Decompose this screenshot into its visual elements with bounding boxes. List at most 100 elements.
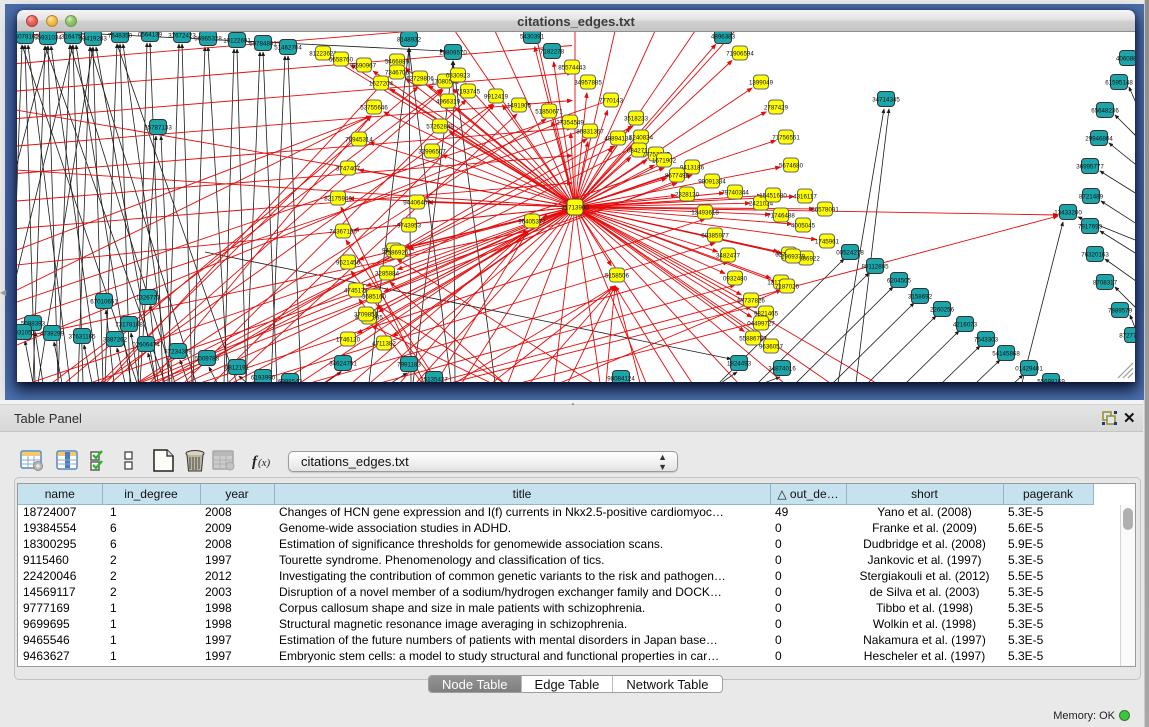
svg-text:1824493: 1824493: [727, 360, 752, 367]
svg-text:7182278: 7182278: [540, 48, 565, 55]
svg-text:34624751: 34624751: [329, 360, 357, 367]
svg-text:4005045: 4005045: [791, 222, 816, 229]
svg-text:3285884: 3285884: [375, 270, 400, 277]
svg-text:28809570: 28809570: [439, 49, 467, 56]
svg-text:7648350: 7648350: [108, 32, 133, 39]
svg-text:4966319: 4966319: [436, 98, 461, 105]
svg-text:00524278: 00524278: [836, 249, 864, 256]
svg-text:3482477: 3482477: [716, 252, 741, 259]
svg-text:1491905: 1491905: [507, 102, 532, 109]
svg-text:3747407: 3747407: [336, 165, 361, 172]
svg-text:73178108: 73178108: [115, 321, 143, 328]
svg-text:98084124: 98084124: [607, 375, 635, 382]
svg-text:55886753: 55886753: [739, 335, 767, 342]
svg-text:1746120: 1746120: [336, 336, 361, 343]
svg-text:6658760: 6658760: [329, 56, 354, 63]
svg-text:4060883: 4060883: [1116, 55, 1135, 62]
svg-text:8708317: 8708317: [1093, 279, 1118, 286]
svg-text:1031051: 1031051: [17, 329, 36, 336]
svg-text:80831367: 80831367: [576, 128, 604, 135]
svg-text:7889579: 7889579: [1108, 307, 1133, 314]
svg-text:0330923: 0330923: [446, 72, 471, 79]
svg-text:10122691: 10122691: [223, 37, 251, 44]
svg-text:9912419: 9912419: [484, 93, 509, 100]
svg-text:94406409: 94406409: [403, 199, 431, 206]
svg-text:04499727: 04499727: [747, 320, 775, 327]
svg-text:37631165: 37631165: [68, 333, 96, 340]
svg-text:7770143: 7770143: [599, 97, 624, 104]
svg-text:65787133: 65787133: [144, 124, 172, 131]
svg-text:67737826: 67737826: [737, 297, 765, 304]
svg-text:(x): (x): [258, 457, 271, 469]
svg-text:37996507: 37996507: [418, 148, 446, 155]
svg-text:80112805: 80112805: [861, 263, 889, 270]
svg-text:2787429: 2787429: [764, 104, 789, 111]
svg-text:1969379: 1969379: [781, 253, 806, 260]
svg-text:5430391: 5430391: [520, 33, 545, 40]
svg-text:6204505: 6204505: [887, 277, 912, 284]
svg-text:76945314: 76945314: [345, 136, 373, 143]
svg-text:1627204: 1627204: [369, 80, 394, 87]
svg-text:53419283: 53419283: [79, 35, 107, 42]
svg-text:71746488: 71746488: [767, 212, 795, 219]
svg-text:5009788: 5009788: [195, 355, 220, 362]
svg-text:29946804: 29946804: [1085, 135, 1113, 142]
svg-text:79740344: 79740344: [721, 189, 749, 196]
svg-text:02606474: 02606474: [132, 341, 160, 348]
svg-text:7543303: 7543303: [974, 336, 999, 343]
svg-text:75869261: 75869261: [384, 249, 412, 256]
svg-text:74367136: 74367136: [329, 228, 357, 235]
svg-text:61595148: 61595148: [1105, 79, 1133, 86]
svg-text:71756551: 71756551: [772, 134, 800, 141]
svg-text:85574443: 85574443: [558, 64, 586, 71]
svg-text:7917693: 7917693: [1078, 223, 1103, 230]
svg-text:6690967: 6690967: [352, 62, 377, 69]
svg-text:7991183: 7991183: [397, 361, 421, 368]
svg-text:3685160: 3685160: [362, 293, 387, 300]
svg-text:3518233: 3518233: [624, 115, 649, 122]
svg-text:55698169: 55698169: [1037, 378, 1065, 382]
svg-text:34957885: 34957885: [574, 79, 602, 86]
svg-text:4738299: 4738299: [40, 330, 65, 337]
svg-text:5240824: 5240824: [629, 134, 654, 141]
svg-text:1326773: 1326773: [136, 294, 161, 301]
svg-text:87277434: 87277434: [1119, 332, 1135, 339]
svg-text:96965328: 96965328: [194, 35, 222, 42]
svg-text:0932480: 0932480: [723, 275, 748, 282]
svg-text:5158506: 5158506: [605, 272, 630, 279]
svg-text:71906594: 71906594: [726, 50, 754, 57]
svg-text:1671902: 1671902: [652, 157, 677, 164]
svg-text:0564139: 0564139: [138, 32, 163, 38]
svg-text:0812191: 0812191: [225, 364, 250, 371]
svg-text:65648236: 65648236: [1091, 107, 1119, 114]
svg-text:7193745: 7193745: [456, 88, 481, 95]
svg-text:1745961: 1745961: [815, 238, 840, 245]
svg-text:5466889: 5466889: [385, 58, 410, 65]
svg-text:57262849: 57262849: [426, 123, 454, 130]
svg-text:6998543: 6998543: [278, 378, 303, 382]
svg-text:4711382: 4711382: [372, 340, 396, 347]
svg-text:95931034: 95931034: [34, 34, 62, 41]
svg-text:8721489: 8721489: [1079, 193, 1104, 200]
svg-text:9521456: 9521456: [336, 259, 361, 266]
svg-text:99091334: 99091334: [698, 178, 726, 185]
svg-text:3158692: 3158692: [908, 293, 933, 300]
svg-text:96405377: 96405377: [518, 218, 546, 225]
svg-text:8148932: 8148932: [397, 36, 422, 43]
svg-text:82175946: 82175946: [324, 195, 352, 202]
svg-text:4216073: 4216073: [953, 321, 978, 328]
svg-text:86578091: 86578091: [811, 206, 839, 213]
svg-text:4896383: 4896383: [711, 33, 736, 40]
svg-text:36995777: 36995777: [1076, 163, 1104, 170]
svg-text:7187026: 7187026: [775, 283, 800, 290]
svg-text:27354549: 27354549: [556, 119, 584, 126]
svg-text:2260256: 2260256: [930, 306, 955, 313]
svg-text:31713900: 31713900: [561, 204, 589, 211]
svg-text:87234309: 87234309: [164, 348, 192, 355]
svg-text:62729806: 62729806: [406, 75, 434, 82]
svg-text:9743953: 9743953: [397, 222, 422, 229]
svg-text:3709859: 3709859: [354, 311, 379, 318]
svg-text:69784801: 69784801: [249, 40, 277, 47]
svg-text:5674680: 5674680: [779, 162, 804, 169]
svg-text:15451680: 15451680: [759, 192, 787, 199]
